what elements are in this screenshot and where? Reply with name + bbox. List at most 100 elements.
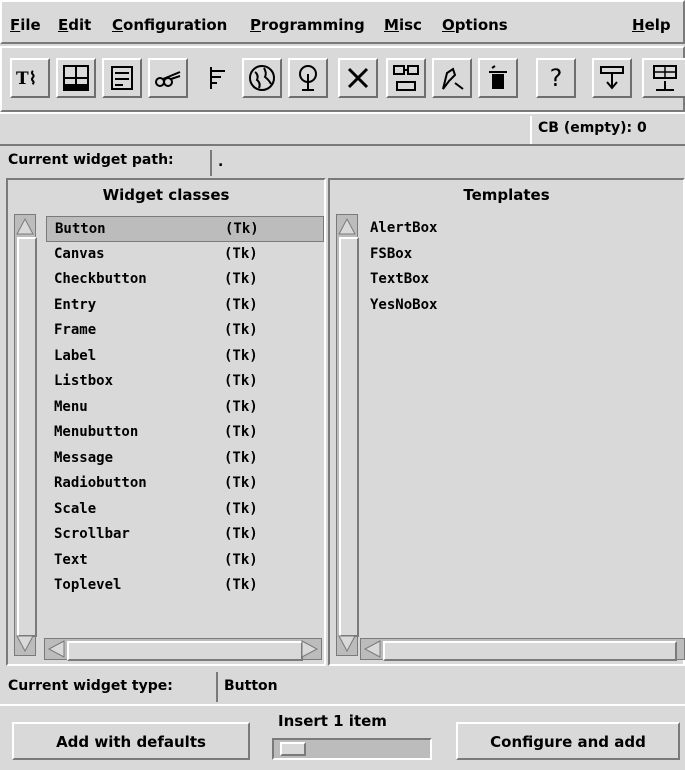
widget-class-row[interactable]: Menubutton (Tk) bbox=[46, 420, 324, 446]
widget-class-row[interactable]: Text (Tk) bbox=[46, 548, 324, 574]
template-row[interactable]: YesNoBox bbox=[362, 293, 680, 319]
menu-file[interactable]: File bbox=[10, 16, 41, 34]
widget-classes-vscrollbar[interactable] bbox=[14, 214, 37, 656]
table-icon[interactable] bbox=[642, 58, 685, 98]
form-icon[interactable] bbox=[102, 58, 142, 98]
add-with-defaults-button[interactable]: Add with defaults bbox=[12, 722, 250, 760]
widget-class-kind: (Tk) bbox=[224, 296, 258, 313]
widget-class-row[interactable]: Canvas (Tk) bbox=[46, 242, 324, 268]
widget-class-name: Label bbox=[54, 347, 97, 364]
widget-class-name: Toplevel bbox=[54, 577, 122, 593]
menu-help[interactable]: Help bbox=[632, 16, 671, 34]
template-row[interactable]: FSBox bbox=[362, 242, 680, 268]
widget-class-name: Radiobutton bbox=[54, 475, 147, 491]
scroll-up-icon[interactable] bbox=[337, 216, 357, 236]
scroll-left-icon[interactable] bbox=[362, 639, 382, 659]
scissors-icon[interactable] bbox=[148, 58, 188, 98]
widget-class-name: Scale bbox=[54, 500, 97, 517]
widget-class-kind: (Tk) bbox=[224, 271, 258, 287]
widget-type-value: Button bbox=[216, 672, 416, 702]
templates-header: Templates bbox=[463, 186, 550, 204]
widget-class-name: Scrollbar bbox=[54, 526, 130, 542]
template-row[interactable]: TextBox bbox=[362, 267, 680, 293]
help-question-icon[interactable]: ? bbox=[536, 58, 576, 98]
widget-class-name: Listbox bbox=[54, 373, 114, 389]
widget-class-name: Canvas bbox=[54, 245, 105, 262]
widget-class-name: Text bbox=[54, 551, 88, 568]
scroll-right-icon[interactable] bbox=[300, 639, 320, 659]
template-name: AlertBox bbox=[370, 220, 438, 236]
scroll-down-icon[interactable] bbox=[337, 634, 357, 654]
widget-classes-list: Button (Tk) Canvas (Tk) Checkbutton (Tk) Entry… bbox=[46, 216, 324, 636]
widget-class-row[interactable]: Listbox (Tk) bbox=[46, 369, 324, 395]
template-name: FSBox bbox=[370, 245, 413, 262]
pen-icon[interactable] bbox=[432, 58, 472, 98]
scroll-down-icon[interactable] bbox=[15, 634, 35, 654]
widget-class-name: Button bbox=[55, 221, 106, 237]
widget-class-row[interactable]: Scale (Tk) bbox=[46, 497, 324, 523]
widget-path-value: . bbox=[210, 150, 244, 176]
widget-class-kind: (Tk) bbox=[224, 424, 258, 440]
templates-vscrollbar[interactable] bbox=[336, 214, 359, 656]
widget-classes-panel: Widget classes Button (Tk) Canvas (Tk) Check… bbox=[6, 178, 326, 666]
template-row[interactable]: AlertBox bbox=[362, 216, 680, 242]
widget-classes-header: Widget classes bbox=[102, 186, 230, 204]
toolbar: T⌇ ? bbox=[0, 46, 685, 112]
widget-class-kind: (Tk) bbox=[224, 475, 258, 491]
cut-x-icon[interactable] bbox=[338, 58, 378, 98]
scroll-left-icon[interactable] bbox=[46, 639, 66, 659]
widget-class-row[interactable]: Entry (Tk) bbox=[46, 293, 324, 319]
widget-class-kind: (Tk) bbox=[224, 577, 258, 593]
tree-icon[interactable] bbox=[288, 58, 328, 98]
widget-class-kind: (Tk) bbox=[224, 245, 258, 262]
menu-misc[interactable]: Misc bbox=[384, 16, 422, 34]
widget-class-row[interactable]: Menu (Tk) bbox=[46, 395, 324, 421]
templates-list: AlertBox FSBox TextBox YesNoBox bbox=[362, 216, 682, 636]
move-down-icon[interactable] bbox=[386, 58, 426, 98]
templates-hscrollbar[interactable] bbox=[360, 638, 685, 661]
widget-class-row[interactable]: Label (Tk) bbox=[46, 344, 324, 370]
widget-class-row[interactable]: Scrollbar (Tk) bbox=[46, 522, 324, 548]
widget-class-kind: (Tk) bbox=[224, 398, 258, 415]
widget-class-name: Frame bbox=[54, 322, 97, 338]
widget-class-name: Menu bbox=[54, 398, 88, 415]
menu-options[interactable]: Options bbox=[442, 16, 508, 34]
widget-class-kind: (Tk) bbox=[224, 373, 258, 389]
widget-class-kind: (Tk) bbox=[225, 221, 259, 237]
widget-class-kind: (Tk) bbox=[224, 322, 258, 338]
menu-programming[interactable]: Programming bbox=[250, 16, 365, 34]
widget-class-kind: (Tk) bbox=[224, 449, 258, 466]
widget-type-label: Current widget type: bbox=[8, 678, 173, 694]
insert-slider-thumb[interactable] bbox=[280, 742, 306, 756]
template-name: YesNoBox bbox=[370, 296, 438, 313]
scroll-up-icon[interactable] bbox=[15, 216, 35, 236]
templates-panel: Templates AlertBox FSBox TextBox YesNoBox bbox=[328, 178, 685, 666]
widget-class-row[interactable]: Frame (Tk) bbox=[46, 318, 324, 344]
widget-path-label: Current widget path: bbox=[8, 152, 174, 168]
menubar: File Edit Configuration Programming Misc… bbox=[0, 0, 685, 44]
svg-text:T⌇: T⌇ bbox=[16, 69, 37, 89]
widget-class-row[interactable]: Checkbutton (Tk) bbox=[46, 267, 324, 293]
widget-class-row[interactable]: Toplevel (Tk) bbox=[46, 573, 324, 599]
widget-class-row[interactable]: Radiobutton (Tk) bbox=[46, 471, 324, 497]
drop-icon[interactable] bbox=[592, 58, 632, 98]
grid-layout-icon[interactable] bbox=[56, 58, 96, 98]
globe-icon[interactable] bbox=[242, 58, 282, 98]
widget-classes-hscrollbar[interactable] bbox=[44, 638, 322, 661]
widget-class-kind: (Tk) bbox=[224, 500, 258, 517]
trash-icon[interactable] bbox=[478, 58, 518, 98]
tree-list-icon[interactable] bbox=[198, 58, 238, 98]
insert-count-label: Insert 1 item bbox=[278, 712, 387, 730]
template-name: TextBox bbox=[370, 271, 430, 287]
menu-edit[interactable]: Edit bbox=[58, 16, 91, 34]
configure-and-add-button[interactable]: Configure and add bbox=[456, 722, 680, 760]
widget-class-name: Entry bbox=[54, 296, 97, 313]
widget-class-name: Message bbox=[54, 449, 114, 466]
clipboard-status: CB (empty): 0 bbox=[530, 116, 685, 144]
widget-class-row[interactable]: Message (Tk) bbox=[46, 446, 324, 472]
widget-class-row[interactable]: Button (Tk) bbox=[46, 216, 324, 242]
menu-configuration[interactable]: Configuration bbox=[112, 16, 227, 34]
widget-class-name: Checkbutton bbox=[54, 271, 147, 287]
text-tool-icon[interactable]: T⌇ bbox=[10, 58, 50, 98]
widget-class-kind: (Tk) bbox=[224, 526, 258, 542]
